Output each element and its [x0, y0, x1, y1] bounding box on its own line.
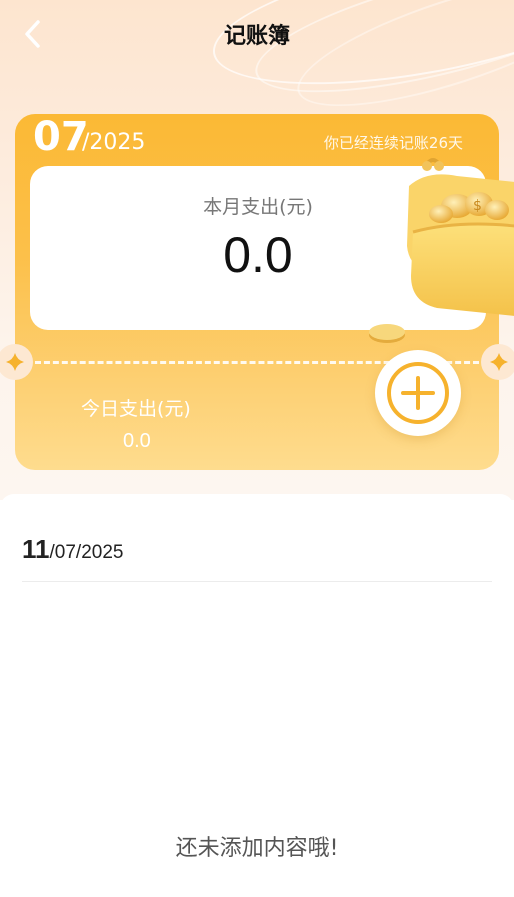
date-month-year: /07/2025	[49, 542, 124, 563]
left-notch	[0, 344, 33, 380]
today-expense-label: 今日支出(元)	[81, 398, 191, 420]
divider	[22, 581, 492, 582]
streak-text: 你已经连续记账26天	[323, 134, 463, 152]
coin-purse-icon: $	[397, 156, 514, 316]
diamond-icon	[6, 353, 24, 371]
today-expense-value: 0.0	[123, 430, 151, 452]
top-bar: 记账簿	[0, 0, 514, 70]
svg-text:$: $	[473, 198, 482, 214]
current-year: /2025	[82, 130, 146, 155]
summary-card: 07 /2025 你已经连续记账26天 本月支出(元) 0.0 $ 今日支出(元…	[0, 114, 514, 470]
page-title: 记账簿	[223, 24, 290, 49]
record-date: 11/07/2025	[22, 534, 123, 565]
right-notch	[481, 344, 514, 380]
date-day: 11	[22, 534, 50, 564]
records-panel: 11/07/2025 还未添加内容哦!	[0, 494, 514, 897]
plus-circle-icon	[387, 362, 449, 424]
empty-state-text: 还未添加内容哦!	[175, 836, 339, 861]
add-record-button[interactable]	[375, 350, 461, 436]
current-month: 07	[33, 114, 89, 160]
diamond-icon	[490, 353, 508, 371]
coin-icon	[367, 322, 407, 344]
